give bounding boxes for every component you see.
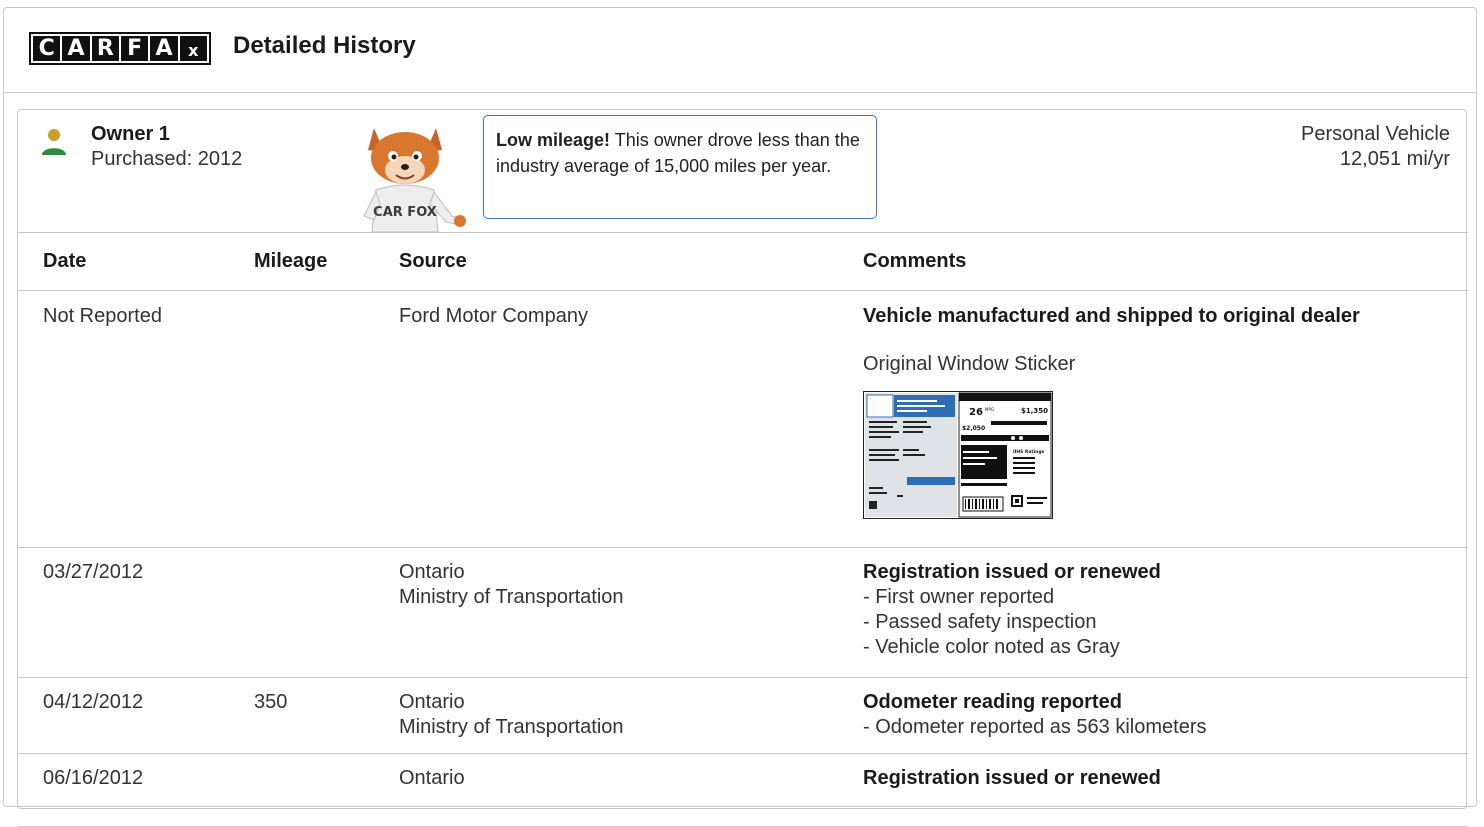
- sticker-mpg-unit: MPG: [985, 407, 994, 412]
- table-row: 06/16/2012 Ontario Registration issued o…: [18, 753, 1468, 827]
- source-line: Ford Motor Company: [399, 305, 588, 327]
- source-line: Ministry of Transportation: [399, 586, 624, 608]
- owner-purchased: Purchased: 2012: [91, 148, 243, 170]
- logo-letter: A: [150, 36, 178, 61]
- comment-title: Vehicle manufactured and shipped to orig…: [863, 305, 1360, 327]
- mileage-cell: [254, 547, 399, 678]
- fox-shirt-text: CAR FOX: [373, 205, 437, 220]
- person-icon: [42, 129, 66, 155]
- carfox-mascot-image: CAR FOX: [363, 128, 466, 232]
- col-mileage-header: Mileage: [254, 232, 399, 291]
- logo-letter: A: [62, 36, 90, 61]
- sticker-cost: $2,050: [962, 425, 985, 432]
- table-row: 04/12/2012 350 Ontario Ministry of Trans…: [18, 677, 1468, 754]
- col-date-header: Date: [18, 232, 254, 291]
- comments-cell: Registration issued or renewed - First o…: [863, 547, 1468, 678]
- date-cell: 03/27/2012: [18, 547, 254, 678]
- date-cell: 06/16/2012: [18, 753, 254, 827]
- sticker-ratings: IIHS Ratings: [1013, 449, 1045, 455]
- comment-line: - Passed safety inspection: [863, 611, 1097, 633]
- comment-title: Registration issued or renewed: [863, 767, 1161, 789]
- mileage-cell: 350: [254, 677, 399, 754]
- source-line: Ontario: [399, 767, 465, 789]
- table-row: 03/27/2012 Ontario Ministry of Transport…: [18, 547, 1468, 678]
- col-comments-header: Comments: [863, 232, 1468, 291]
- mileage-rate: 12,051 mi/yr: [1339, 148, 1450, 170]
- logo-letter: x: [179, 36, 207, 61]
- sticker-mpg: 26: [969, 407, 983, 418]
- window-sticker-link[interactable]: Original Window Sticker: [863, 352, 1468, 377]
- panel-header: C A R F A x Detailed History: [4, 8, 1476, 93]
- logo-letter: R: [91, 36, 119, 61]
- mileage-cell: [254, 753, 399, 827]
- comments-cell: Odometer reading reported - Odometer rep…: [863, 677, 1468, 754]
- owner-card: Owner 1 Purchased: 2012 CAR FOX Low mile…: [17, 109, 1468, 827]
- page-title: Detailed History: [233, 32, 416, 59]
- source-cell: Ontario Ministry of Transportation: [399, 677, 863, 754]
- col-source-header: Source: [399, 232, 863, 291]
- table-header-row: Date Mileage Source Comments: [18, 232, 1468, 291]
- comment-title: Registration issued or renewed: [863, 561, 1161, 583]
- source-cell: Ford Motor Company: [399, 290, 863, 548]
- source-cell: Ontario Ministry of Transportation: [399, 547, 863, 678]
- comments-cell: Registration issued or renewed: [863, 753, 1468, 827]
- vehicle-type: Personal Vehicle: [1301, 123, 1450, 145]
- low-mileage-callout: Low mileage! This owner drove less than …: [483, 115, 877, 219]
- date-cell: 04/12/2012: [18, 677, 254, 754]
- table-row: Not Reported Ford Motor Company Vehicle …: [18, 290, 1468, 548]
- owner-name: Owner 1: [91, 123, 170, 145]
- sticker-save: $1,350: [1021, 407, 1048, 415]
- source-cell: Ontario: [399, 753, 863, 827]
- history-table: Date Mileage Source Comments Not Reporte…: [18, 232, 1468, 827]
- window-sticker-thumbnail[interactable]: 26 MPG $1,350 $2,050 IIHS Ratings: [863, 391, 1053, 519]
- source-line: Ontario: [399, 691, 465, 713]
- comments-cell: Vehicle manufactured and shipped to orig…: [863, 290, 1468, 548]
- mileage-cell: [254, 290, 399, 548]
- logo-letter: C: [33, 36, 61, 61]
- callout-bold: Low mileage!: [496, 130, 611, 150]
- carfax-logo: C A R F A x: [29, 32, 211, 65]
- source-line: Ministry of Transportation: [399, 716, 624, 738]
- comment-title: Odometer reading reported: [863, 691, 1122, 713]
- owner-summary: Owner 1 Purchased: 2012 CAR FOX Low mile…: [18, 110, 1466, 232]
- date-cell: Not Reported: [18, 290, 254, 548]
- comment-line: - Vehicle color noted as Gray: [863, 636, 1120, 658]
- logo-letter: F: [120, 36, 149, 61]
- comment-line: - Odometer reported as 563 kilometers: [863, 716, 1207, 738]
- source-line: Ontario: [399, 561, 465, 583]
- comment-line: - First owner reported: [863, 586, 1055, 608]
- detailed-history-panel: C A R F A x Detailed History Owner 1 Pur…: [3, 7, 1477, 827]
